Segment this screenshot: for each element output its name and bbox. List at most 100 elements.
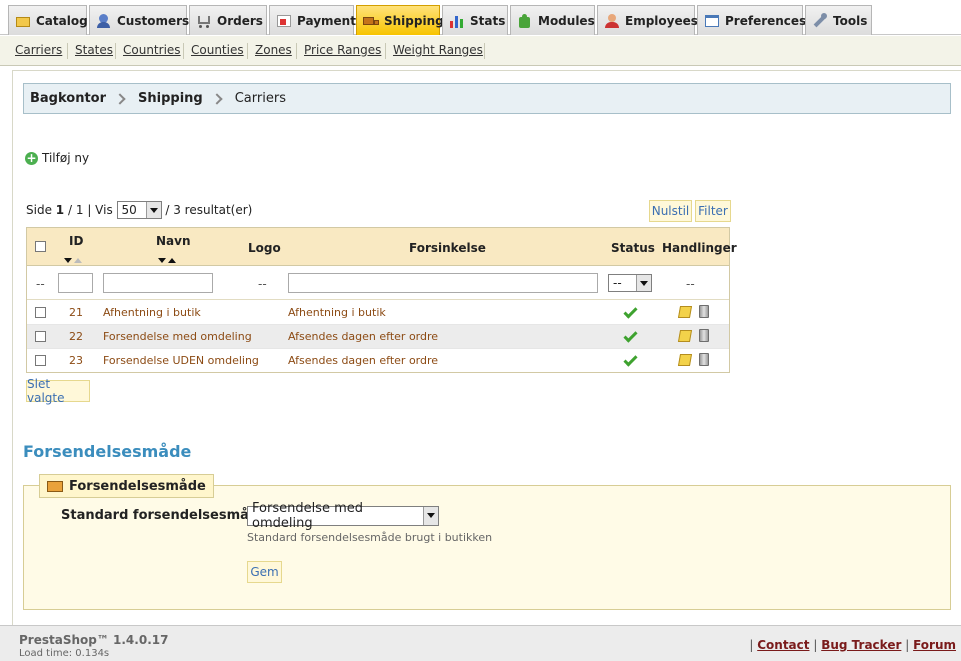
row-checkbox[interactable] xyxy=(35,331,46,342)
customers-icon xyxy=(96,13,112,29)
delete-icon[interactable] xyxy=(699,353,709,366)
header-actions: Handlinger xyxy=(662,241,737,255)
per-page-select[interactable]: 50 xyxy=(116,201,162,219)
filter-id-input[interactable] xyxy=(58,273,93,293)
filter-button[interactable]: Filter xyxy=(695,200,731,222)
bug-tracker-link[interactable]: Bug Tracker xyxy=(821,638,901,652)
tab-shipping[interactable]: Shipping xyxy=(356,5,444,35)
filter-name-input[interactable] xyxy=(103,273,213,293)
tab-employees[interactable]: Employees xyxy=(597,5,698,35)
status-enabled-icon[interactable] xyxy=(623,304,638,319)
add-new-label: Tilføj ny xyxy=(42,151,90,165)
row-delay: Afsendes dagen efter ordre xyxy=(288,354,439,367)
row-checkbox[interactable] xyxy=(35,307,46,318)
truck-icon xyxy=(363,13,379,29)
status-enabled-icon[interactable] xyxy=(623,328,638,343)
filter-status-value: -- xyxy=(613,276,622,290)
row-delay: Afsendes dagen efter ordre xyxy=(288,330,439,343)
subtab-separator xyxy=(247,43,248,59)
select-all-checkbox[interactable] xyxy=(35,241,46,252)
chevron-right-icon xyxy=(211,92,223,105)
tab-label: Tools xyxy=(833,13,868,28)
row-id: 23 xyxy=(69,354,83,367)
header-logo: Logo xyxy=(248,241,281,255)
add-icon: + xyxy=(25,150,38,165)
default-carrier-select[interactable]: Forsendelse med omdeling xyxy=(247,501,439,531)
filter-logo-placeholder: -- xyxy=(258,277,267,291)
table-row[interactable]: 22 Forsendelse med omdeling Afsendes dag… xyxy=(27,325,729,349)
sort-asc-icon[interactable] xyxy=(168,258,176,263)
tab-payment[interactable]: Payment xyxy=(269,5,356,35)
shipping-method-fieldset xyxy=(23,485,951,610)
sort-desc-icon[interactable] xyxy=(64,258,72,263)
pager-separator: / xyxy=(67,203,73,217)
tab-orders[interactable]: Orders xyxy=(189,5,267,35)
table-row[interactable]: 21 Afhentning i butik Afhentning i butik xyxy=(27,301,729,325)
subtab-counties[interactable]: Counties xyxy=(191,43,244,57)
tab-label: Stats xyxy=(470,13,506,28)
chevron-down-icon xyxy=(423,507,438,525)
chevron-down-icon xyxy=(636,275,651,291)
delete-icon[interactable] xyxy=(699,329,709,342)
tab-label: Modules xyxy=(538,13,595,28)
subtab-separator xyxy=(484,43,485,59)
fieldset-legend: Forsendelsesmåde xyxy=(39,474,214,498)
subtab-price-ranges[interactable]: Price Ranges xyxy=(304,43,381,57)
table-header: ID Navn Logo Forsinkelse Status Handling… xyxy=(27,228,737,266)
filter-row: -- -- -- -- xyxy=(27,266,729,300)
pager-total-pages: 1 xyxy=(75,203,84,217)
tab-modules[interactable]: Modules xyxy=(510,5,595,35)
save-button[interactable]: Gem xyxy=(247,561,282,583)
delete-icon[interactable] xyxy=(699,305,709,318)
status-enabled-icon[interactable] xyxy=(623,352,638,367)
footer-separator: | xyxy=(813,638,818,652)
pager-results: / 3 resultat(er) xyxy=(165,203,253,217)
tab-catalog[interactable]: Catalog xyxy=(8,5,88,35)
tab-stats[interactable]: Stats xyxy=(442,5,508,35)
footer-load-time: Load time: 0.134s xyxy=(19,648,110,659)
row-name[interactable]: Afhentning i butik xyxy=(103,306,201,319)
default-carrier-hint: Standard forsendelsesmåde brugt i butikk… xyxy=(247,531,493,544)
delete-selected-button[interactable]: Slet valgte xyxy=(26,377,90,405)
tab-label: Orders xyxy=(217,13,263,28)
footer-brand: PrestaShop™ 1.4.0.17 xyxy=(19,633,169,647)
subtab-separator xyxy=(67,43,68,59)
reset-button[interactable]: Nulstil xyxy=(649,200,692,222)
filter-actions-placeholder: -- xyxy=(686,277,695,291)
breadcrumb-item[interactable]: Shipping xyxy=(138,91,203,106)
subtab-weight-ranges[interactable]: Weight Ranges xyxy=(393,43,483,57)
sort-asc-icon[interactable] xyxy=(74,258,82,263)
filter-delay-input[interactable] xyxy=(288,273,598,293)
edit-icon[interactable] xyxy=(677,306,693,318)
wrench-icon xyxy=(812,12,828,29)
tab-tools[interactable]: Tools xyxy=(805,5,872,35)
edit-icon[interactable] xyxy=(677,354,693,366)
contact-link[interactable]: Contact xyxy=(757,638,809,652)
tab-label: Customers xyxy=(117,13,190,28)
tab-label: Employees xyxy=(625,13,698,28)
add-new-link[interactable]: + Tilføj ny xyxy=(25,151,89,165)
edit-icon[interactable] xyxy=(677,330,693,342)
preferences-icon xyxy=(704,13,720,29)
carriers-table: ID Navn Logo Forsinkelse Status Handling… xyxy=(26,227,737,373)
legend-label: Forsendelsesmåde xyxy=(69,478,206,494)
breadcrumb-item[interactable]: Bagkontor xyxy=(30,91,106,106)
subtab-separator xyxy=(385,43,386,59)
subtab-carriers[interactable]: Carriers xyxy=(15,43,62,57)
filter-status-select[interactable]: -- xyxy=(608,274,652,292)
subtab-countries[interactable]: Countries xyxy=(123,43,181,57)
subtab-zones[interactable]: Zones xyxy=(255,43,292,57)
subtab-separator xyxy=(183,43,184,59)
row-name[interactable]: Forsendelse med omdeling xyxy=(103,330,252,343)
row-checkbox[interactable] xyxy=(35,355,46,366)
table-row[interactable]: 23 Forsendelse UDEN omdeling Afsendes da… xyxy=(27,349,729,373)
subtab-states[interactable]: States xyxy=(75,43,113,57)
pagination: Side 1 / 1 | Vis 50 / 3 resultat(er) xyxy=(26,201,252,219)
forum-link[interactable]: Forum xyxy=(913,638,956,652)
tab-preferences[interactable]: Preferences xyxy=(697,5,806,35)
subtab-separator xyxy=(296,43,297,59)
sort-name xyxy=(158,252,176,266)
tab-customers[interactable]: Customers xyxy=(89,5,190,35)
row-name[interactable]: Forsendelse UDEN omdeling xyxy=(103,354,259,367)
sort-desc-icon[interactable] xyxy=(158,258,166,263)
